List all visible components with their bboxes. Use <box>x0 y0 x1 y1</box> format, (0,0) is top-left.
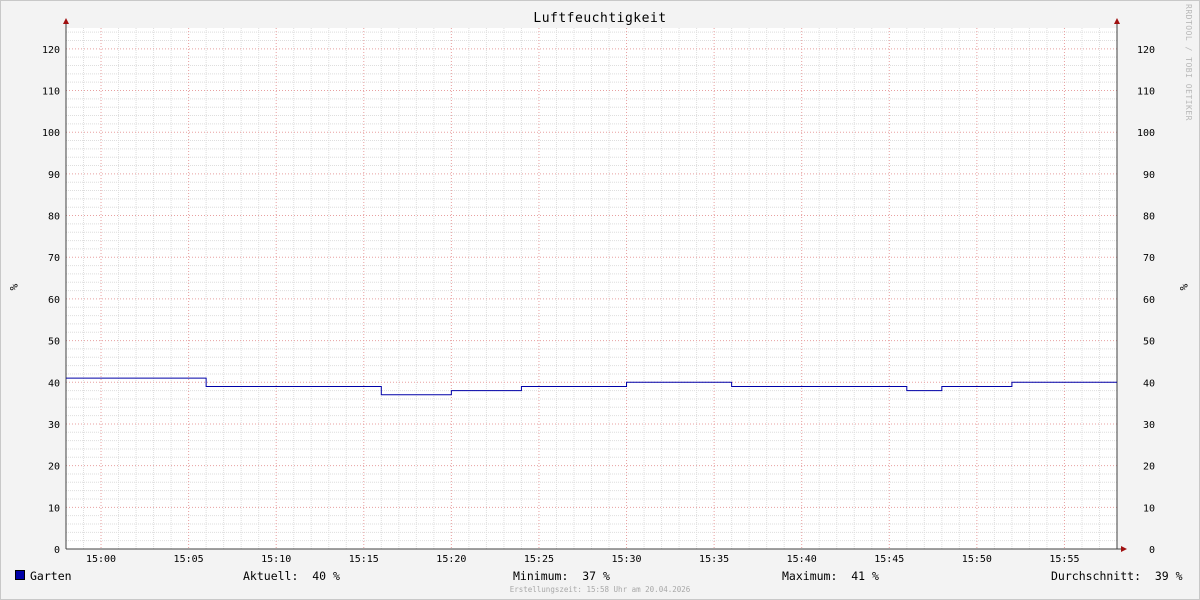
x-tick-label: 15:35 <box>699 554 729 565</box>
minor-grid <box>65 28 1118 549</box>
y-tick-label: 110 <box>1137 87 1155 98</box>
stat-average-label: Durchschnitt: <box>1051 569 1142 583</box>
y-axis-arrow-right <box>1114 18 1120 24</box>
stat-average: Durchschnitt: 39 % <box>1051 569 1183 583</box>
y-tick-label: 10 <box>48 503 60 514</box>
y-tick-label: 20 <box>1143 462 1155 473</box>
x-tick-label: 15:15 <box>349 554 379 565</box>
x-tick-label: 15:45 <box>874 554 904 565</box>
y-axis-label-right: % <box>1177 284 1190 291</box>
y-tick-label: 80 <box>48 212 60 223</box>
stat-maximum-value: 41 % <box>851 569 879 583</box>
y-tick-label: 70 <box>1143 253 1155 264</box>
y-tick-label: 10 <box>1143 503 1155 514</box>
x-tick-label: 15:50 <box>962 554 992 565</box>
x-tick-label: 15:10 <box>261 554 291 565</box>
stat-minimum: Minimum: 37 % <box>513 569 610 583</box>
stat-current-label: Aktuell: <box>243 569 299 583</box>
stat-current-value: 40 % <box>312 569 340 583</box>
y-tick-label: 20 <box>48 462 60 473</box>
y-tick-label: 0 <box>1149 545 1155 556</box>
y-tick-label: 60 <box>48 295 60 306</box>
x-tick-label: 15:00 <box>86 554 116 565</box>
x-tick-label: 15:20 <box>436 554 466 565</box>
y-tick-label: 50 <box>48 337 60 348</box>
y-tick-label: 30 <box>48 420 60 431</box>
x-tick-label: 15:55 <box>1049 554 1079 565</box>
stat-average-value: 39 % <box>1154 569 1183 583</box>
x-tick-label: 15:05 <box>174 554 204 565</box>
stat-minimum-value: 37 % <box>582 569 610 583</box>
y-tick-label: 100 <box>42 128 60 139</box>
y-tick-label: 80 <box>1143 212 1155 223</box>
creation-time-footer: Erstellungszeit: 15:58 Uhr am 20.04.2026 <box>509 585 691 594</box>
y-tick-label: 90 <box>48 170 60 181</box>
y-tick-label: 60 <box>1143 295 1155 306</box>
legend-series-name: Garten <box>30 569 72 583</box>
y-tick-labels-left: 0 10 20 30 40 50 60 70 80 90 100 110 120 <box>42 45 60 556</box>
y-tick-label: 70 <box>48 253 60 264</box>
chart-svg: 0 10 20 30 40 50 60 70 80 90 100 110 120 0 10 20 30 40 50… <box>7 18 1190 565</box>
stat-minimum-label: Minimum: <box>513 569 569 583</box>
y-tick-label: 90 <box>1143 170 1155 181</box>
y-axis-arrow-left <box>63 18 69 24</box>
y-tick-labels-right: 0 10 20 30 40 50 60 70 80 90 100 110 120 <box>1137 45 1155 556</box>
y-tick-label: 120 <box>42 45 60 56</box>
y-tick-label: 50 <box>1143 337 1155 348</box>
y-tick-label: 30 <box>1143 420 1155 431</box>
y-tick-label: 0 <box>54 545 60 556</box>
y-tick-label: 110 <box>42 87 60 98</box>
legend-swatch-garten <box>15 570 25 580</box>
stat-current: Aktuell: 40 % <box>243 569 340 583</box>
x-axis-arrow <box>1121 546 1127 552</box>
y-axis-label-left: % <box>7 284 20 291</box>
y-tick-label: 120 <box>1137 45 1155 56</box>
y-tick-label: 40 <box>1143 378 1155 389</box>
x-tick-labels: 15:00 15:05 15:10 15:15 15:20 15:25 15:30 15:35… <box>86 554 1080 565</box>
x-tick-label: 15:40 <box>787 554 817 565</box>
x-tick-label: 15:25 <box>524 554 554 565</box>
x-tick-label: 15:30 <box>611 554 641 565</box>
stat-maximum: Maximum: 41 % <box>782 569 879 583</box>
y-tick-label: 100 <box>1137 128 1155 139</box>
y-tick-label: 40 <box>48 378 60 389</box>
stat-maximum-label: Maximum: <box>782 569 838 583</box>
